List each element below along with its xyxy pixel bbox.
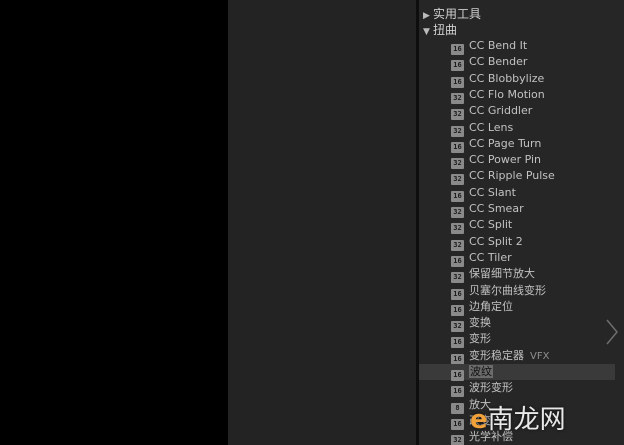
- category-utility[interactable]: ▶ 实用工具: [423, 6, 481, 22]
- effect-item[interactable]: 32 变换: [451, 315, 615, 333]
- collapse-triangle-icon[interactable]: ▼: [423, 24, 433, 40]
- effect-item[interactable]: 16 CC Bender: [451, 54, 615, 72]
- effect-item[interactable]: 16 CC Tiler: [451, 250, 615, 267]
- effect-label: 变形: [469, 332, 491, 346]
- effect-label: CC Blobbylize: [469, 71, 545, 85]
- effect-label: CC Bender: [469, 55, 528, 69]
- effect-label: CC Bend It: [469, 39, 528, 52]
- effect-item[interactable]: 32 CC Flo Motion: [451, 87, 615, 104]
- effect-label: CC Split 2: [469, 234, 523, 248]
- category-label: 实用工具: [433, 7, 482, 21]
- effect-item[interactable]: 16 波纹: [419, 364, 615, 381]
- project-panel[interactable]: [228, 0, 416, 445]
- effect-label: CC Tiler: [469, 250, 512, 264]
- effect-item[interactable]: 32 CC Smear: [451, 201, 615, 218]
- effect-item[interactable]: 32 CC Power Pin: [451, 152, 615, 170]
- effect-item[interactable]: 16 CC Slant: [451, 185, 615, 202]
- effect-label: 边角定位: [469, 299, 513, 313]
- effect-label: 波纹: [469, 365, 493, 378]
- effect-label: CC Split: [469, 218, 513, 232]
- effect-item[interactable]: 32 CC Split 2: [451, 234, 615, 251]
- effect-label: 波形变形: [469, 381, 513, 395]
- effect-item[interactable]: 32 保留细节放大: [451, 266, 615, 284]
- effect-label: 变形稳定器: [469, 348, 524, 362]
- watermark: e南龙网: [470, 405, 566, 435]
- effect-item[interactable]: 16 CC Bend It: [451, 38, 615, 55]
- effect-label: CC Griddler: [469, 104, 533, 118]
- effect-item[interactable]: 32 CC Split: [451, 217, 615, 235]
- chevron-right-icon[interactable]: [604, 318, 620, 346]
- effect-label: CC Power Pin: [469, 153, 542, 167]
- effect-item[interactable]: 32 CC Lens: [451, 120, 615, 137]
- effect-item[interactable]: 32 CC Ripple Pulse: [451, 168, 615, 186]
- effect-label: CC Lens: [469, 120, 514, 134]
- effects-presets-panel[interactable]: ▶ 实用工具 ▼ 扭曲 16 CC Bend It 16 CC Bender 16 CC Bl…: [419, 0, 624, 445]
- effect-item[interactable]: 16 贝塞尔曲线变形: [451, 283, 615, 300]
- effect-item[interactable]: 32 CC Griddler: [451, 103, 615, 121]
- effect-label: 变换: [469, 316, 491, 330]
- bit-depth-icon: 32: [451, 435, 464, 445]
- effect-label: 贝塞尔曲线变形: [469, 283, 546, 297]
- effect-label: CC Flo Motion: [469, 87, 545, 101]
- category-label: 扭曲: [433, 23, 458, 37]
- effect-label: 保留细节放大: [469, 267, 535, 281]
- effect-item[interactable]: 16 CC Page Turn: [451, 136, 615, 153]
- effect-item[interactable]: 16 边角定位: [451, 299, 615, 316]
- effect-label: CC Slant: [469, 185, 516, 199]
- effect-label: CC Ripple Pulse: [469, 169, 555, 183]
- effect-tag: VFX: [530, 350, 550, 362]
- composition-viewer[interactable]: [0, 0, 228, 445]
- effect-item[interactable]: 16 变形: [451, 331, 615, 349]
- effect-item[interactable]: 16 波形变形: [451, 380, 615, 398]
- effect-label: CC Smear: [469, 202, 524, 215]
- effect-item[interactable]: 16 变形稳定器 VFX: [451, 348, 615, 365]
- effect-item[interactable]: 16 CC Blobbylize: [451, 71, 615, 88]
- category-distort[interactable]: ▼ 扭曲: [423, 22, 457, 38]
- effect-label: CC Page Turn: [469, 136, 542, 150]
